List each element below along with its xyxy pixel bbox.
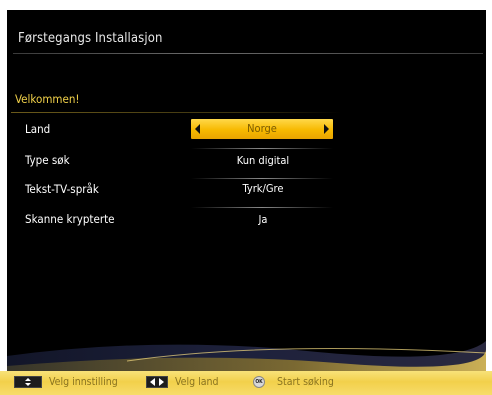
up-down-arrows-icon — [14, 376, 42, 388]
setting-label-scan-encrypted: Skanne krypterte — [25, 212, 115, 226]
scan-encrypted-value[interactable]: Ja — [193, 213, 333, 226]
hint-select-setting-label: Velg innstilling — [49, 376, 118, 388]
setting-label-teletext-language: Tekst-TV-språk — [25, 182, 99, 196]
row-divider — [191, 207, 333, 208]
decorative-wave — [7, 341, 486, 371]
footer-hint-bar: Velg innstilling Velg land OK Start søki… — [0, 371, 492, 395]
setting-label-land: Land — [25, 122, 51, 136]
setting-label-search-type: Type søk — [25, 153, 70, 167]
country-value: Norge — [247, 122, 277, 135]
title-divider — [13, 53, 483, 54]
left-right-arrows-icon — [146, 376, 168, 388]
hint-start-search-label: Start søking — [277, 376, 334, 388]
page-title: Førstegangs Installasjon — [18, 31, 163, 46]
row-divider — [191, 178, 333, 179]
ok-button-icon: OK — [253, 376, 265, 388]
chevron-right-icon[interactable] — [324, 124, 329, 134]
row-divider — [191, 148, 333, 149]
section-divider — [11, 112, 341, 113]
hint-select-setting: Velg innstilling — [14, 376, 118, 390]
search-type-value[interactable]: Kun digital — [193, 154, 333, 167]
tv-screen: Førstegangs Installasjon Velkommen! Land… — [7, 10, 486, 371]
hint-start-search: OK Start søking — [253, 376, 334, 390]
section-title: Velkommen! — [15, 92, 80, 106]
teletext-language-value[interactable]: Tyrk/Gre — [193, 182, 333, 195]
hint-select-country-label: Velg land — [175, 376, 219, 388]
country-selector[interactable]: Norge — [191, 119, 333, 139]
hint-select-country: Velg land — [146, 376, 218, 390]
